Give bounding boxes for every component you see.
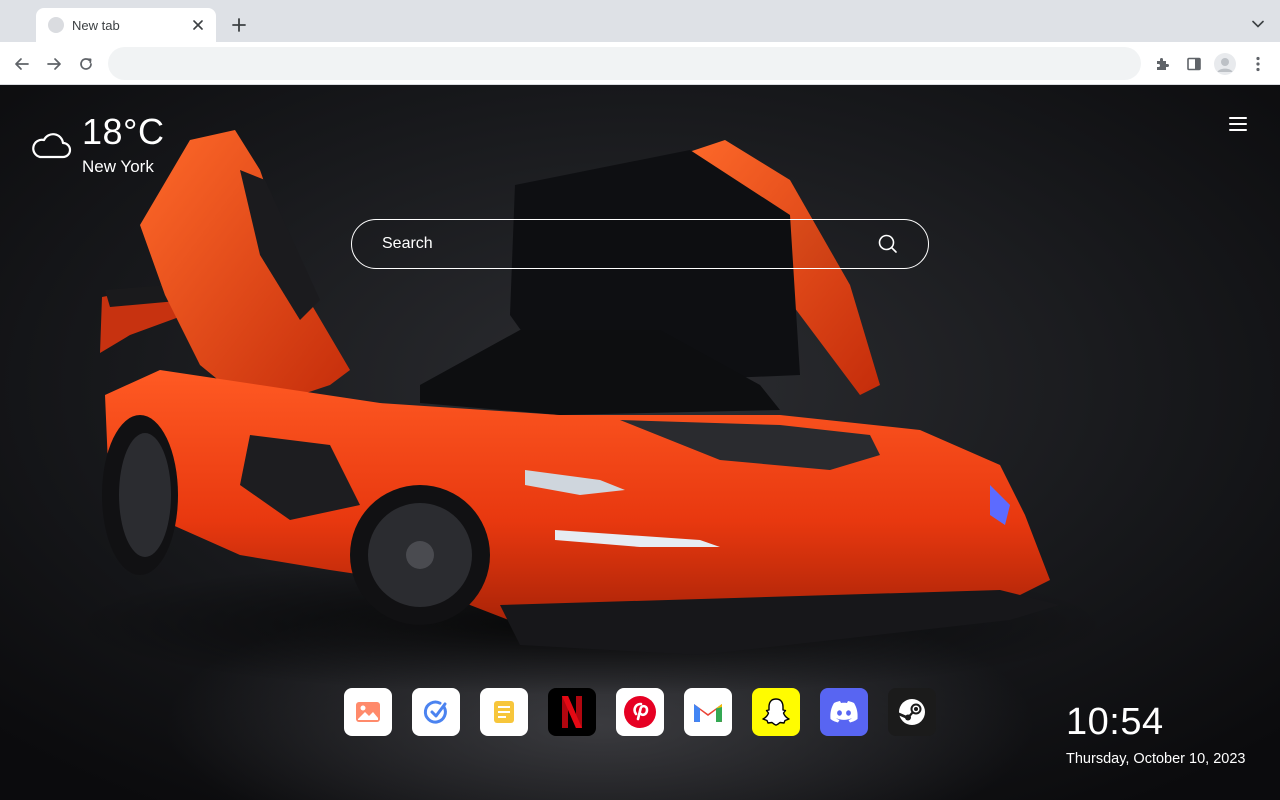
tab-search-button[interactable]	[1246, 12, 1270, 36]
search-icon[interactable]	[878, 234, 898, 254]
chevron-down-icon	[1252, 20, 1264, 28]
steam-icon	[897, 699, 925, 725]
close-icon[interactable]	[190, 17, 206, 33]
weather-widget[interactable]: 18°C New York	[30, 112, 190, 182]
forward-button[interactable]	[40, 50, 68, 78]
puzzle-icon	[1157, 58, 1169, 70]
menu-button[interactable]	[1229, 116, 1249, 134]
quick-link-pinterest[interactable]	[616, 688, 664, 736]
quick-link-netflix[interactable]	[548, 688, 596, 736]
reload-icon	[80, 58, 92, 70]
side-panel-button[interactable]	[1180, 50, 1208, 78]
gmail-icon	[694, 704, 722, 722]
tab-favicon-icon	[48, 17, 64, 33]
tab-title: New tab	[72, 17, 120, 33]
quick-link-notes-app[interactable]	[480, 688, 528, 736]
new-tab-page: 18°C New York Search 10:54 Thursday, Oct…	[0, 85, 1280, 800]
search-input[interactable]	[382, 220, 862, 267]
profile-button[interactable]	[1211, 50, 1239, 78]
image-icon	[356, 702, 380, 722]
pinterest-icon	[624, 696, 656, 728]
temperature: 18°C	[82, 111, 165, 152]
quick-link-todo-app[interactable]	[412, 688, 460, 736]
plus-icon	[232, 18, 246, 32]
side-panel-icon	[1187, 57, 1201, 71]
browser-toolbar	[0, 42, 1280, 85]
quick-link-gmail[interactable]	[684, 688, 732, 736]
avatar	[1214, 53, 1236, 75]
address-bar[interactable]	[108, 47, 1141, 80]
quick-link-photo-app[interactable]	[344, 688, 392, 736]
search-box	[351, 219, 929, 269]
snapchat-icon	[762, 698, 790, 726]
check-circle-icon	[423, 700, 447, 724]
netflix-icon	[562, 696, 582, 728]
reload-button[interactable]	[72, 50, 100, 78]
tab-new-tab[interactable]: New tab	[36, 8, 216, 42]
quick-link-discord[interactable]	[820, 688, 868, 736]
clock-time: 10:54	[1066, 701, 1164, 743]
city-name: New York	[82, 157, 154, 176]
quick-link-steam[interactable]	[888, 688, 936, 736]
quick-links-dock	[344, 688, 936, 736]
note-icon	[494, 701, 514, 723]
discord-icon	[830, 701, 858, 723]
cloud-icon	[32, 133, 72, 159]
arrow-left-icon	[15, 58, 29, 70]
menu-icon	[1229, 117, 1247, 120]
person-icon	[1217, 58, 1233, 72]
extensions-button[interactable]	[1148, 50, 1176, 78]
quick-link-snapchat[interactable]	[752, 688, 800, 736]
tab-strip: New tab	[0, 0, 1280, 42]
clock-widget: 10:54 Thursday, October 10, 2023	[1066, 701, 1245, 769]
clock-date: Thursday, October 10, 2023	[1066, 751, 1246, 767]
more-vert-icon	[1256, 56, 1260, 72]
browser-menu-button[interactable]	[1244, 50, 1272, 78]
new-tab-button[interactable]	[226, 12, 252, 38]
back-button[interactable]	[8, 50, 36, 78]
arrow-right-icon	[47, 58, 61, 70]
